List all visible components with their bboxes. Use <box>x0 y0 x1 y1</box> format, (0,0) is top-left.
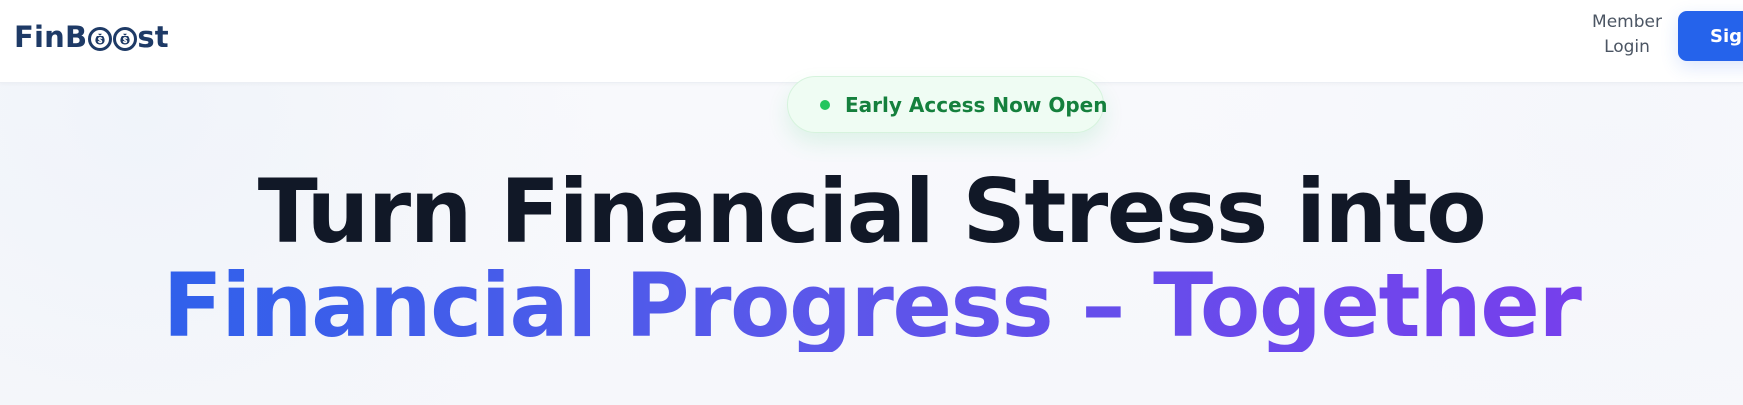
top-navigation-bar: FinB st Member Login Sig <box>0 0 1743 83</box>
headline-line-2: Financial Progress – Together <box>0 260 1743 352</box>
hero-headline: Turn Financial Stress into Financial Pro… <box>0 168 1743 352</box>
signup-button-label: Sign <box>1710 25 1743 47</box>
finboost-logo[interactable]: FinB st <box>14 18 169 56</box>
early-access-text: Early Access Now Open <box>845 92 1108 117</box>
logo-mark <box>88 23 138 51</box>
logo-text-suffix: st <box>137 20 169 54</box>
headline-line-1: Turn Financial Stress into <box>257 160 1487 263</box>
status-dot-icon <box>820 99 830 110</box>
signup-button[interactable]: Sign <box>1678 11 1743 61</box>
member-login-link[interactable]: Member Login <box>1583 10 1671 60</box>
money-bag-icon <box>88 27 113 51</box>
logo-text-prefix: FinB <box>14 20 88 54</box>
early-access-badge: Early Access Now Open <box>787 76 1108 133</box>
money-bag-icon <box>113 27 138 51</box>
